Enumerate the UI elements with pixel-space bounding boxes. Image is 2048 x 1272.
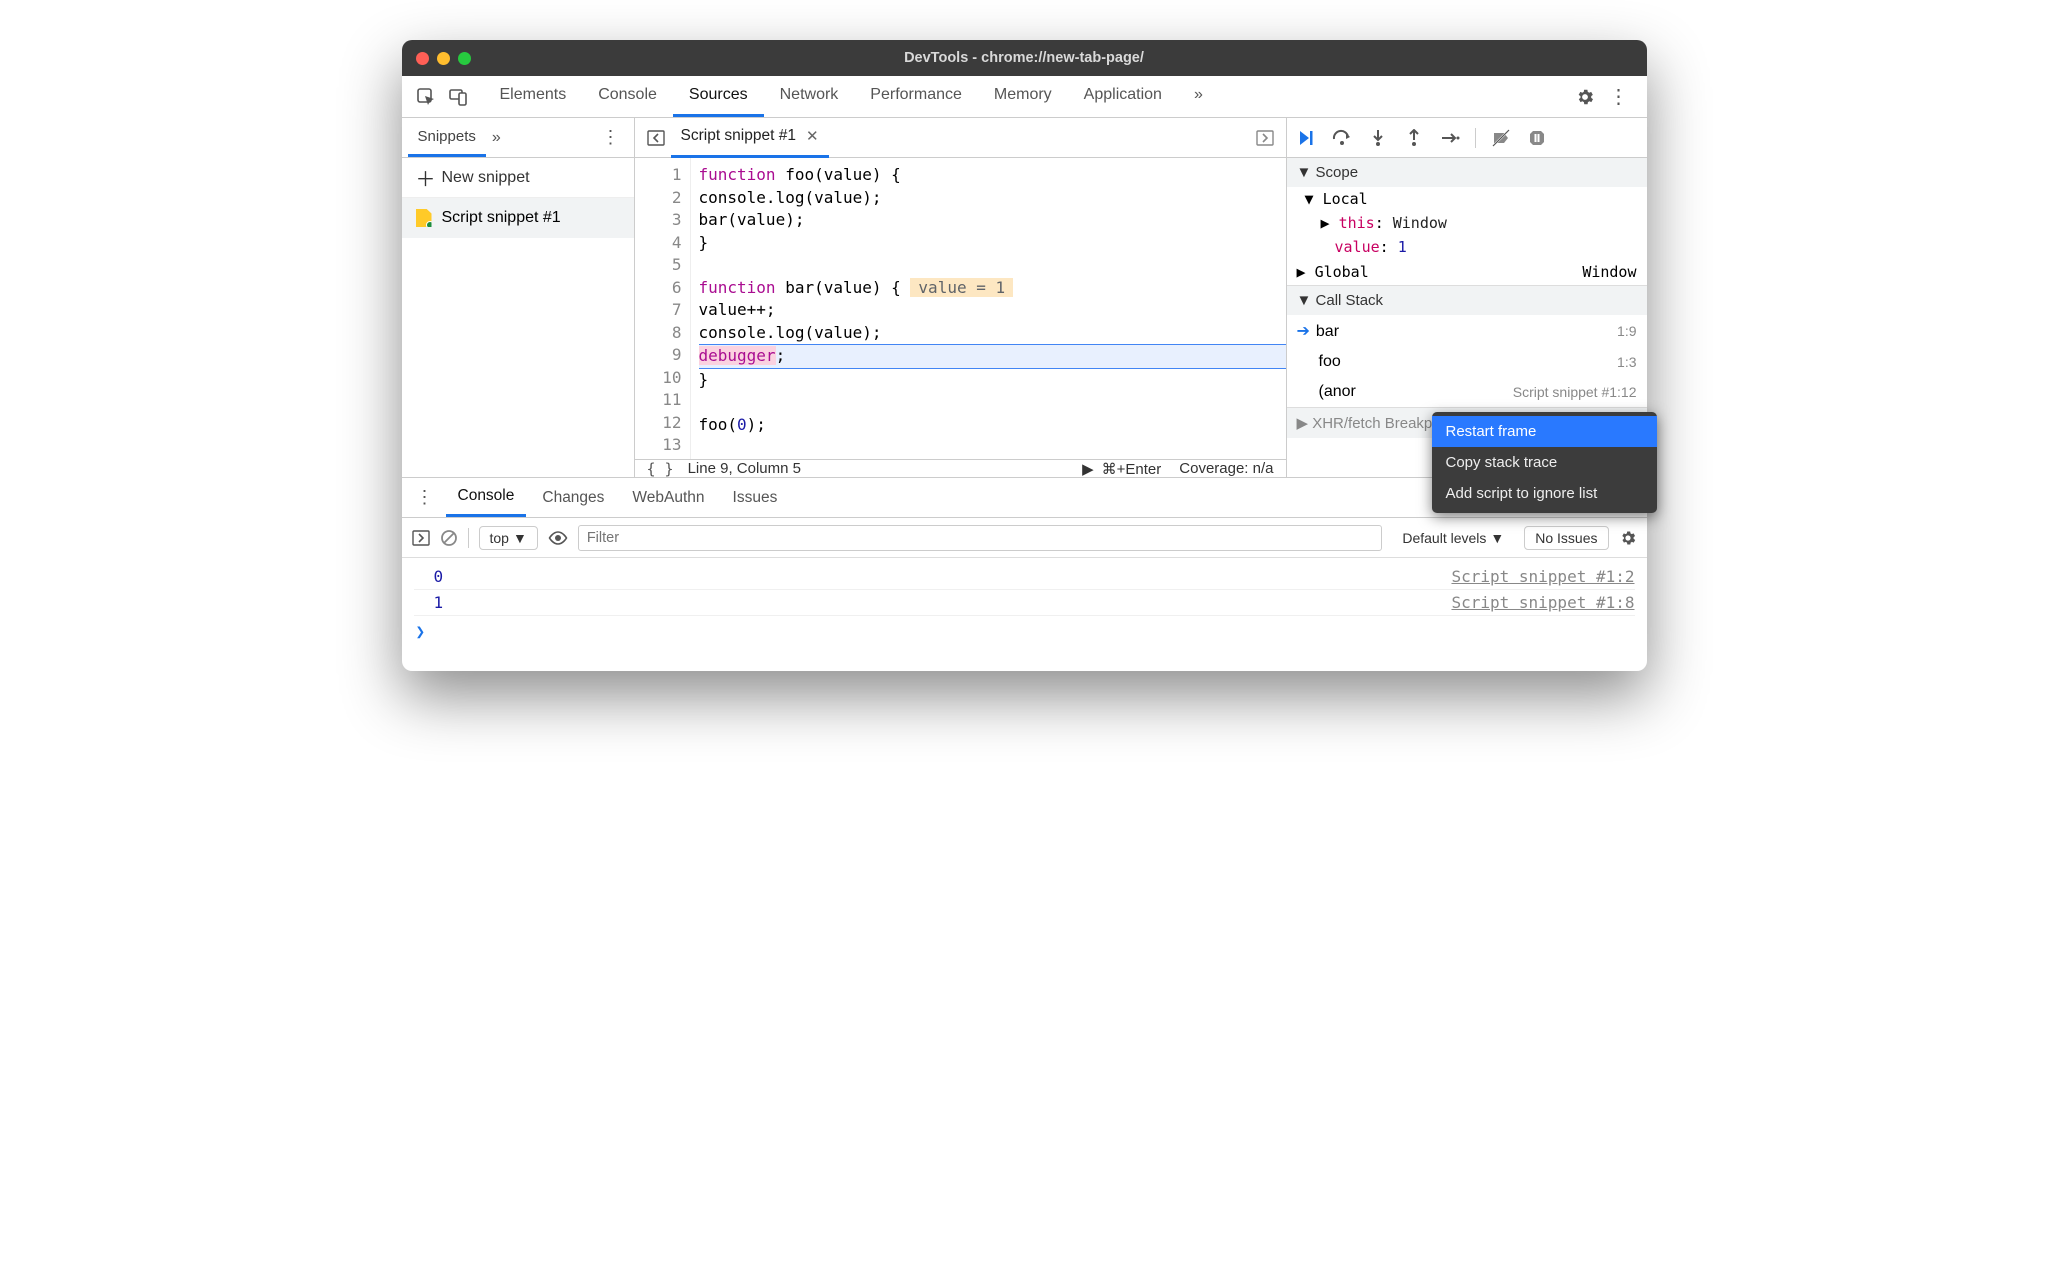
resume-icon[interactable] xyxy=(1295,129,1317,147)
settings-icon[interactable] xyxy=(1575,87,1595,107)
tab-network[interactable]: Network xyxy=(764,76,855,117)
run-snippet-icon[interactable]: ▶ xyxy=(1082,460,1094,478)
minimize-window-button[interactable] xyxy=(437,52,450,65)
issues-button[interactable]: No Issues xyxy=(1524,526,1608,550)
step-out-icon[interactable] xyxy=(1403,129,1425,147)
tab-elements[interactable]: Elements xyxy=(484,76,583,117)
window-controls xyxy=(416,52,471,65)
callstack-frame[interactable]: (anor Script snippet #1:12 xyxy=(1287,377,1647,407)
new-snippet-button[interactable]: ＋ New snippet xyxy=(402,158,634,198)
editor-file-tab-label: Script snippet #1 xyxy=(681,127,796,145)
sidebar-tab-snippets[interactable]: Snippets xyxy=(408,119,486,157)
console-prompt[interactable]: ❯ xyxy=(414,616,1635,641)
tab-application[interactable]: Application xyxy=(1068,76,1178,117)
scope-value[interactable]: value: 1 xyxy=(1287,235,1647,259)
log-value: 1 xyxy=(414,593,444,612)
live-expression-icon[interactable] xyxy=(548,531,568,545)
callstack-section-header[interactable]: ▼ Call Stack xyxy=(1287,286,1647,315)
cursor-position: Line 9, Column 5 xyxy=(688,460,801,477)
devtools-window: DevTools - chrome://new-tab-page/ Elemen… xyxy=(402,40,1647,671)
ctx-ignore-list[interactable]: Add script to ignore list xyxy=(1432,478,1657,509)
scope-this[interactable]: ▶ this: Window xyxy=(1287,211,1647,235)
tab-memory[interactable]: Memory xyxy=(978,76,1068,117)
pause-on-exceptions-icon[interactable] xyxy=(1526,129,1548,147)
log-levels-selector[interactable]: Default levels▼ xyxy=(1392,527,1514,549)
close-window-button[interactable] xyxy=(416,52,429,65)
log-value: 0 xyxy=(414,567,444,586)
toggle-navigator-icon[interactable] xyxy=(641,129,671,147)
drawer-tab-issues[interactable]: Issues xyxy=(721,480,790,516)
step-into-icon[interactable] xyxy=(1367,129,1389,147)
pretty-print-icon[interactable]: { } xyxy=(647,460,674,478)
clear-console-icon[interactable] xyxy=(440,529,458,547)
code-editor[interactable]: 12345678910111213 function foo(value) { … xyxy=(635,158,1286,459)
drawer-tab-webauthn[interactable]: WebAuthn xyxy=(620,480,716,516)
console-settings-icon[interactable] xyxy=(1619,529,1637,547)
coverage-status: Coverage: n/a xyxy=(1179,460,1273,477)
drawer-tab-changes[interactable]: Changes xyxy=(530,480,616,516)
run-shortcut: ⌘+Enter xyxy=(1102,460,1162,478)
navigator-sidebar: Snippets » ⋮ ＋ New snippet Script snippe… xyxy=(402,118,635,477)
log-source-link[interactable]: Script snippet #1:2 xyxy=(1451,567,1634,586)
snippet-item[interactable]: Script snippet #1 xyxy=(402,198,634,238)
drawer-more-icon[interactable]: ⋮ xyxy=(408,487,442,508)
console-filter-input[interactable] xyxy=(578,525,1383,551)
panel-tabs: Elements Console Sources Network Perform… xyxy=(484,76,1575,117)
console-sidebar-toggle-icon[interactable] xyxy=(412,529,430,547)
inspect-element-icon[interactable] xyxy=(410,87,442,107)
log-source-link[interactable]: Script snippet #1:8 xyxy=(1451,593,1634,612)
snippet-file-icon xyxy=(416,209,432,227)
sidebar-more-icon[interactable]: ⋮ xyxy=(594,127,628,148)
titlebar: DevTools - chrome://new-tab-page/ xyxy=(402,40,1647,76)
scope-global[interactable]: ▶ Global Window xyxy=(1287,259,1647,285)
scope-section-header[interactable]: ▼ Scope xyxy=(1287,158,1647,187)
ctx-restart-frame[interactable]: Restart frame xyxy=(1432,416,1657,447)
deactivate-breakpoints-icon[interactable] xyxy=(1490,129,1512,147)
editor-status-bar: { } Line 9, Column 5 ▶ ⌘+Enter Coverage:… xyxy=(635,459,1286,478)
main-toolbar: Elements Console Sources Network Perform… xyxy=(402,76,1647,118)
ctx-copy-stack[interactable]: Copy stack trace xyxy=(1432,447,1657,478)
tab-console[interactable]: Console xyxy=(582,76,673,117)
more-menu-icon[interactable]: ⋮ xyxy=(1609,84,1629,109)
callstack-frame[interactable]: ➔bar 1:9 xyxy=(1287,315,1647,347)
step-over-icon[interactable] xyxy=(1331,129,1353,147)
tab-performance[interactable]: Performance xyxy=(854,76,978,117)
editor-file-tab[interactable]: Script snippet #1 ✕ xyxy=(671,118,829,158)
callstack-frame[interactable]: foo 1:3 xyxy=(1287,347,1647,377)
execution-context-selector[interactable]: top▼ xyxy=(479,526,538,550)
snippet-item-label: Script snippet #1 xyxy=(442,209,561,227)
editor-pane: Script snippet #1 ✕ 12345678910111213 fu… xyxy=(635,118,1287,477)
new-snippet-label: New snippet xyxy=(442,169,530,187)
tab-sources[interactable]: Sources xyxy=(673,76,764,117)
drawer-tab-console[interactable]: Console xyxy=(446,478,527,517)
window-title: DevTools - chrome://new-tab-page/ xyxy=(904,50,1144,66)
step-icon[interactable] xyxy=(1439,130,1461,146)
zoom-window-button[interactable] xyxy=(458,52,471,65)
context-menu: Restart frame Copy stack trace Add scrip… xyxy=(1432,412,1657,513)
console-log-row[interactable]: 0 Script snippet #1:2 xyxy=(414,564,1635,590)
console-log-row[interactable]: 1 Script snippet #1:8 xyxy=(414,590,1635,616)
toggle-debugger-icon[interactable] xyxy=(1250,129,1280,147)
scope-local[interactable]: ▼ Local xyxy=(1287,187,1647,211)
sidebar-overflow[interactable]: » xyxy=(492,129,501,147)
device-toolbar-icon[interactable] xyxy=(442,87,474,107)
tab-overflow[interactable]: » xyxy=(1178,76,1219,117)
console-toolbar: top▼ Default levels▼ No Issues xyxy=(402,518,1647,558)
close-tab-icon[interactable]: ✕ xyxy=(806,127,819,145)
console-output: 0 Script snippet #1:2 1 Script snippet #… xyxy=(402,558,1647,671)
debug-toolbar xyxy=(1287,118,1647,158)
